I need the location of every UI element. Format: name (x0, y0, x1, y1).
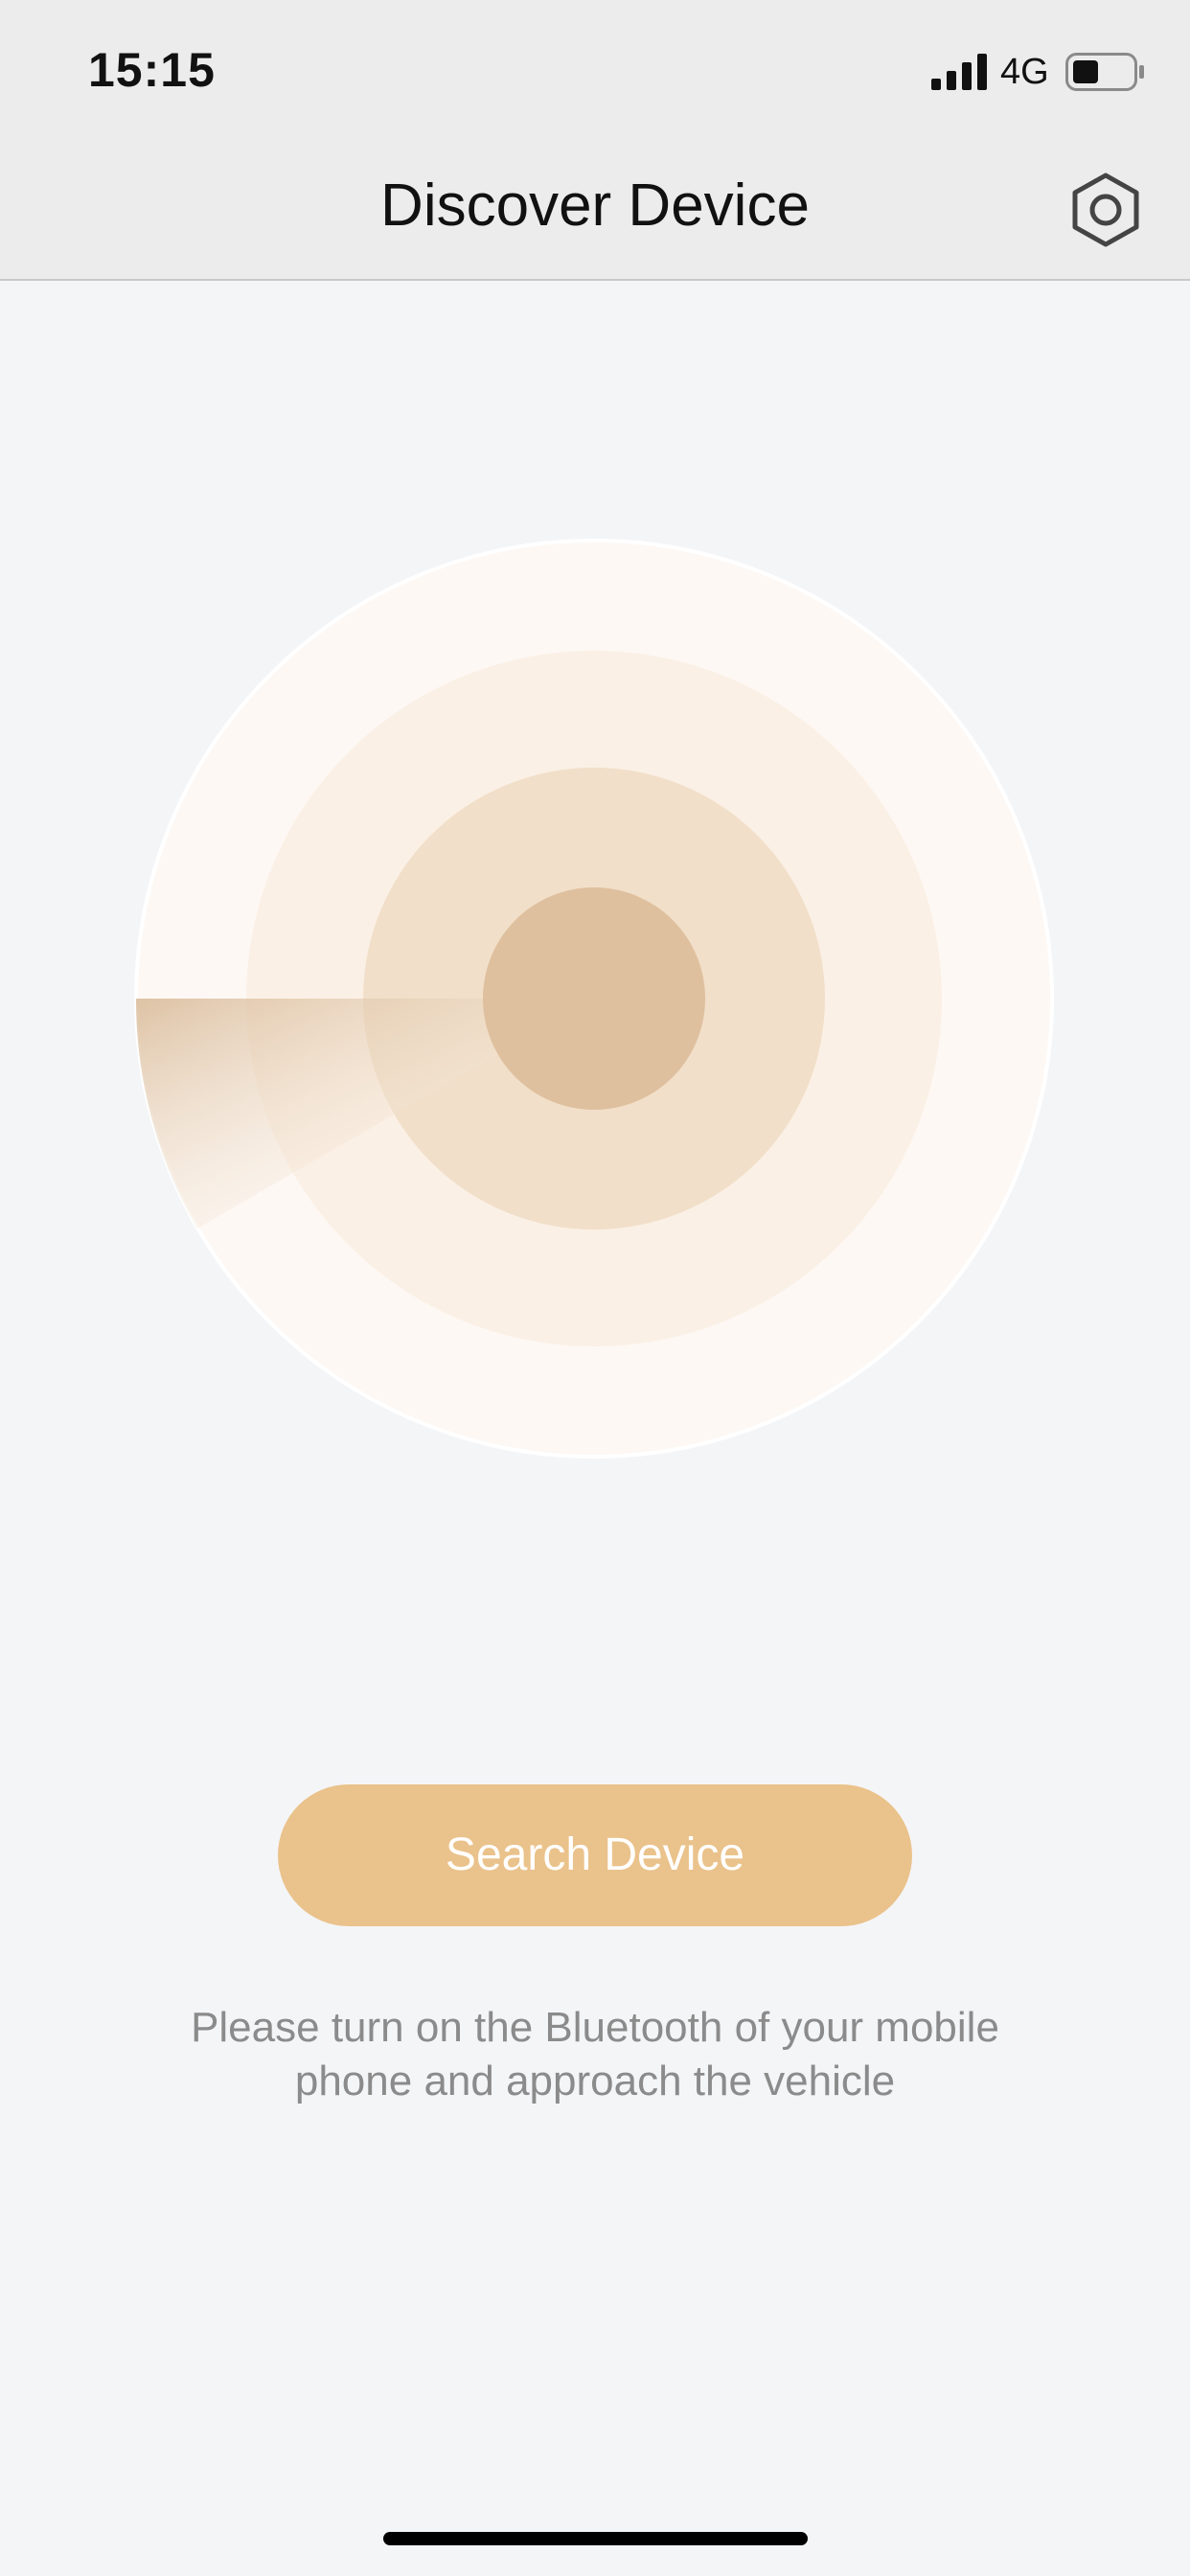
home-indicator[interactable] (383, 2532, 808, 2545)
hint-line-1: Please turn on the Bluetooth of your mob… (191, 2004, 999, 2051)
signal-icon (931, 54, 987, 90)
status-bar: 15:15 4G (0, 0, 1190, 139)
settings-icon (1072, 172, 1139, 247)
radar-core (483, 887, 705, 1110)
nav-bar: Discover Device (0, 139, 1190, 281)
network-label: 4G (1000, 52, 1049, 92)
radar-scan-graphic (134, 539, 1054, 1459)
page-title: Discover Device (380, 172, 810, 239)
bluetooth-hint: Please turn on the Bluetooth of your mob… (96, 2001, 1094, 2108)
battery-icon (1065, 53, 1144, 91)
hint-line-2: phone and approach the vehicle (294, 2058, 896, 2104)
search-device-button[interactable]: Search Device (278, 1784, 912, 1926)
status-time: 15:15 (88, 43, 216, 97)
settings-button[interactable] (1065, 170, 1146, 250)
